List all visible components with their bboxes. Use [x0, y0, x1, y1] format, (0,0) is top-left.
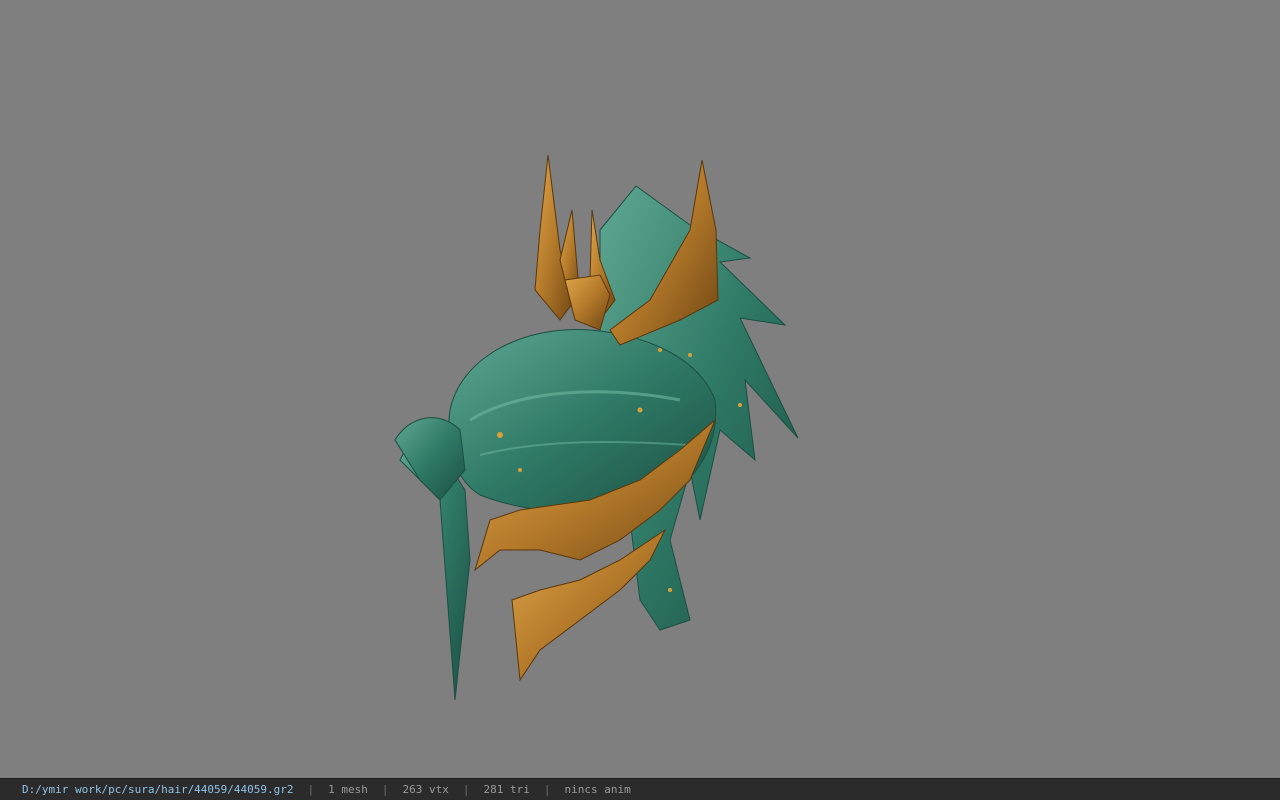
status-separator: | [307, 783, 315, 796]
3d-viewport[interactable] [0, 0, 1280, 778]
hair-helmet-model-icon [394, 154, 799, 701]
file-path: D:/ymir work/pc/sura/hair/44059/44059.gr… [22, 783, 294, 796]
mesh-count: 1 mesh [328, 783, 368, 796]
triangle-count: 281 tri [483, 783, 530, 796]
animation-status: nincs anim [564, 783, 631, 796]
status-separator: | [462, 783, 470, 796]
status-separator: | [381, 783, 389, 796]
status-bar: D:/ymir work/pc/sura/hair/44059/44059.gr… [0, 778, 1280, 800]
status-separator: | [543, 783, 551, 796]
vertex-count: 263 vtx [402, 783, 449, 796]
